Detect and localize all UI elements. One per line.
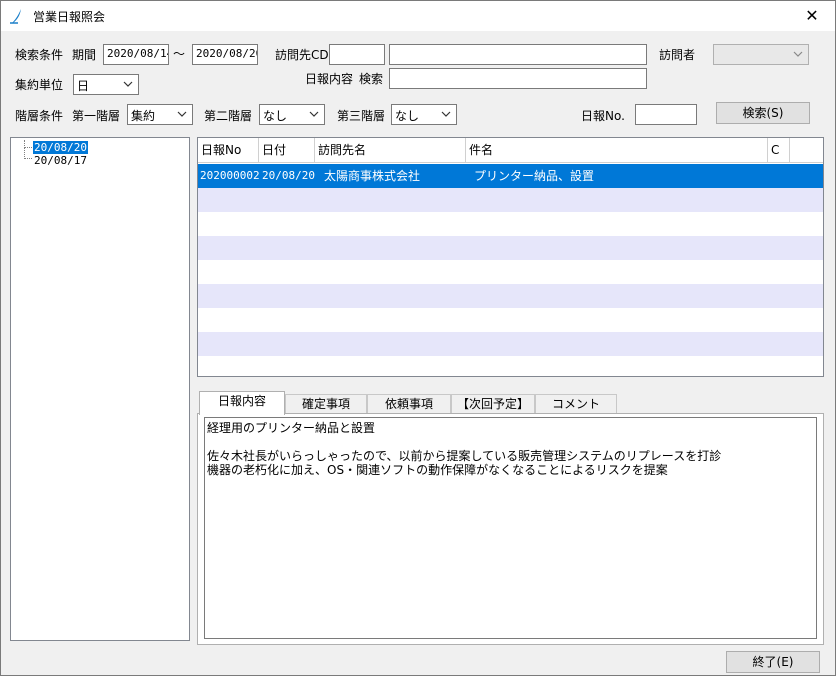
tab-confirmed-items[interactable]: 確定事項 bbox=[285, 394, 367, 414]
visitor-person-label: 訪問者 bbox=[659, 48, 696, 62]
level1-label: 第一階層 bbox=[72, 109, 121, 123]
column-header-visitor[interactable]: 訪問先名 bbox=[315, 138, 466, 163]
level1-value: 集約 bbox=[131, 109, 156, 123]
tree-connector bbox=[24, 140, 32, 148]
report-memo-textarea[interactable]: 経理用のプリンター納品と設置 佐々木社長がいらっしゃったので、以前から提案してい… bbox=[204, 417, 817, 639]
report-search-input[interactable] bbox=[389, 68, 647, 89]
search-button[interactable]: 検索(S) bbox=[716, 102, 810, 124]
date-tree[interactable]: 20/08/20 20/08/17 bbox=[10, 137, 190, 641]
report-no-label: 日報No. bbox=[581, 109, 625, 123]
date-from-input[interactable]: 2020/08/14 bbox=[103, 44, 169, 65]
memo-line: 機器の老朽化に加え、OS・関連ソフトの動作保障がなくなることによるリスクを提案 bbox=[207, 463, 668, 477]
table-row-empty bbox=[198, 284, 823, 308]
table-row-empty bbox=[198, 308, 823, 332]
title-bar: 営業日報照会 ✕ bbox=[1, 1, 835, 31]
chevron-down-icon bbox=[177, 111, 187, 117]
grid-header: 日報No 日付 訪問先名 件名 C bbox=[198, 138, 823, 163]
level2-label: 第二階層 bbox=[204, 109, 253, 123]
level2-value: なし bbox=[263, 109, 288, 123]
column-header-date[interactable]: 日付 bbox=[259, 138, 315, 163]
report-no-input[interactable] bbox=[635, 104, 697, 125]
memo-line: 佐々木社長がいらっしゃったので、以前から提案している販売管理システムのリプレース… bbox=[207, 449, 722, 463]
app-logo-icon bbox=[10, 9, 21, 24]
level3-select[interactable]: なし bbox=[391, 104, 457, 125]
cell-c bbox=[769, 164, 771, 188]
tab-next-plan[interactable]: 【次回予定】 bbox=[451, 394, 535, 414]
window-title: 営業日報照会 bbox=[33, 10, 106, 24]
level1-select[interactable]: 集約 bbox=[127, 104, 193, 125]
tab-comment[interactable]: コメント bbox=[535, 394, 617, 414]
chevron-down-icon bbox=[441, 111, 451, 117]
search-conditions-label: 検索条件 bbox=[15, 48, 64, 62]
chevron-down-icon bbox=[309, 111, 319, 117]
memo-line bbox=[207, 435, 814, 449]
report-search-label: 検索 bbox=[359, 72, 384, 86]
cell-subject: プリンター納品、設置 bbox=[474, 169, 595, 183]
exit-button[interactable]: 終了(E) bbox=[726, 651, 820, 673]
column-header-c[interactable]: C bbox=[768, 138, 790, 163]
period-label: 期間 bbox=[72, 48, 97, 62]
table-row-empty bbox=[198, 188, 823, 212]
level2-select[interactable]: なし bbox=[259, 104, 325, 125]
visitor-cd-label: 訪問先CD bbox=[275, 48, 329, 62]
main-window: 営業日報照会 ✕ 検索条件 期間 2020/08/14 ～ 2020/08/20… bbox=[0, 0, 836, 676]
tree-connector bbox=[24, 148, 32, 159]
cell-visitor: 太陽商事株式会社 bbox=[324, 169, 421, 183]
report-content-label: 日報内容 bbox=[305, 72, 354, 86]
column-header-subject[interactable]: 件名 bbox=[466, 138, 768, 163]
column-header-report-no[interactable]: 日報No bbox=[198, 138, 259, 163]
visitor-cd-input[interactable] bbox=[329, 44, 385, 65]
table-row-empty bbox=[198, 236, 823, 260]
tab-report-content[interactable]: 日報内容 bbox=[199, 391, 285, 415]
hierarchy-label: 階層条件 bbox=[15, 109, 64, 123]
table-row[interactable]: 202000002 20/08/20 太陽商事株式会社 プリンター納品、設置 bbox=[198, 164, 823, 188]
tree-item-20-08-17[interactable]: 20/08/17 bbox=[33, 154, 88, 167]
cell-report-no: 202000002 bbox=[200, 169, 260, 182]
chevron-down-icon bbox=[793, 51, 803, 57]
close-button[interactable]: ✕ bbox=[789, 1, 835, 31]
close-icon: ✕ bbox=[805, 6, 819, 25]
range-separator: ～ bbox=[173, 47, 186, 61]
summary-unit-select[interactable]: 日 bbox=[73, 74, 139, 95]
report-grid[interactable]: 日報No 日付 訪問先名 件名 C 202000002 20/08/20 太陽商… bbox=[197, 137, 824, 377]
chevron-down-icon bbox=[123, 81, 133, 87]
table-row-empty bbox=[198, 260, 823, 284]
level3-value: なし bbox=[395, 109, 420, 123]
cell-date: 20/08/20 bbox=[262, 169, 315, 182]
table-row-empty bbox=[198, 332, 823, 356]
tree-item-20-08-20[interactable]: 20/08/20 bbox=[33, 141, 88, 154]
level3-label: 第三階層 bbox=[337, 109, 386, 123]
date-to-input[interactable]: 2020/08/20 bbox=[192, 44, 258, 65]
summary-unit-label: 集約単位 bbox=[15, 78, 64, 92]
memo-line: 経理用のプリンター納品と設置 bbox=[207, 421, 376, 435]
tab-panel: 経理用のプリンター納品と設置 佐々木社長がいらっしゃったので、以前から提案してい… bbox=[197, 413, 824, 645]
tab-request-items[interactable]: 依頼事項 bbox=[367, 394, 451, 414]
visitor-person-select[interactable] bbox=[713, 44, 809, 65]
visitor-name-input[interactable] bbox=[389, 44, 647, 65]
table-row-empty bbox=[198, 212, 823, 236]
summary-unit-value: 日 bbox=[77, 79, 90, 93]
